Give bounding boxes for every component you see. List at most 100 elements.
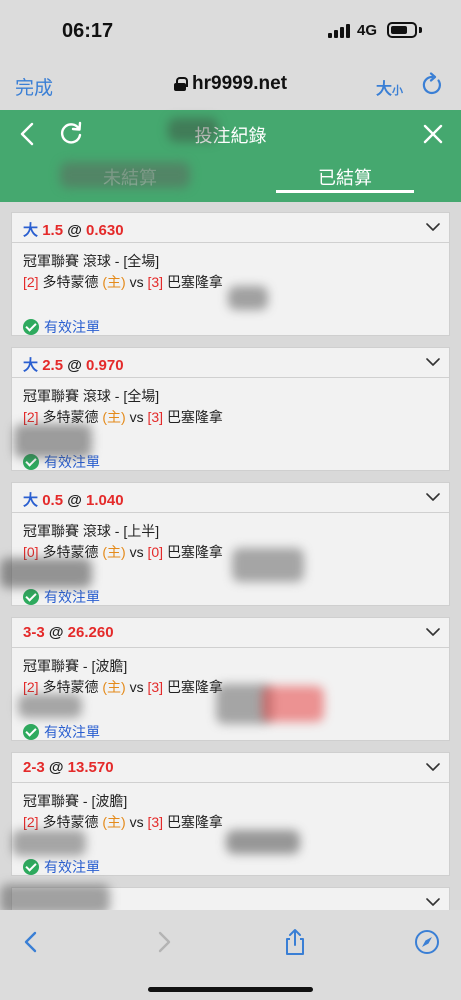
away-team: 巴塞隆拿 xyxy=(166,544,223,560)
bet-league: 冠軍聯賽 滾球 - [全場] xyxy=(23,253,160,269)
bet-pick: 大 2.5 @ 0.970 xyxy=(23,354,124,375)
chevron-down-icon[interactable] xyxy=(426,492,440,502)
chevron-down-icon[interactable] xyxy=(426,762,440,772)
bet-status-label: 有效注單 xyxy=(44,859,100,875)
bet-odds: 26.260 xyxy=(67,624,114,641)
bet-at: @ xyxy=(48,624,64,641)
bet-status: 有效注單 xyxy=(23,587,100,607)
text-size-small: 小 xyxy=(392,85,404,97)
tab-bar: 未結算 已結算 xyxy=(0,158,461,202)
bet-card[interactable]: 3-3 @ 26.260 冠軍聯賽 - [波膽] [2] 多特蒙德 (主) vs… xyxy=(11,617,450,741)
bet-status: 有效注單 xyxy=(23,452,100,472)
away-team: 巴塞隆拿 xyxy=(166,814,223,830)
home-score: [2] xyxy=(23,679,39,695)
bet-card[interactable]: 大 2.5 @ 0.970 冠軍聯賽 滾球 - [全場] [2] 多特蒙德 (主… xyxy=(11,347,450,471)
network-type: 4G xyxy=(357,22,378,39)
bet-match: [0] 多特蒙德 (主) vs [0] 巴塞隆拿 xyxy=(23,542,223,563)
bet-pick: 2-3 @ 13.570 xyxy=(23,759,114,776)
share-icon[interactable] xyxy=(281,928,309,956)
away-score: [3] xyxy=(147,679,164,695)
bet-odds: 13.570 xyxy=(67,759,114,776)
bet-card-header[interactable]: 大 2.5 @ 0.970 xyxy=(12,348,449,378)
bet-status: 有效注單 xyxy=(23,317,100,337)
chevron-down-icon[interactable] xyxy=(426,627,440,637)
chevron-down-icon[interactable] xyxy=(426,222,440,232)
active-tab-indicator xyxy=(276,190,414,193)
bet-line: 2.5 xyxy=(42,357,64,374)
close-icon[interactable] xyxy=(421,122,445,146)
bet-selection: 大 xyxy=(23,357,39,374)
bet-status-label: 有效注單 xyxy=(44,319,100,335)
check-circle-icon xyxy=(23,319,39,335)
bet-card-header[interactable]: 大 0.5 @ 1.040 xyxy=(12,483,449,513)
bet-status: 有效注單 xyxy=(23,722,100,742)
back-icon[interactable] xyxy=(17,928,45,956)
away-score: [0] xyxy=(147,544,164,560)
bet-selection: 大 xyxy=(23,492,39,509)
bet-selection: 3-3 xyxy=(23,624,45,641)
bet-selection: 2-3 xyxy=(23,759,45,776)
bet-league: 冠軍聯賽 滾球 - [全場] xyxy=(23,388,160,404)
bet-league: 冠軍聯賽 - [波膽] xyxy=(23,793,128,809)
home-score: [2] xyxy=(23,274,39,290)
chevron-down-icon[interactable] xyxy=(426,897,440,907)
bet-line: 0.5 xyxy=(42,492,64,509)
check-circle-icon xyxy=(23,724,39,740)
versus-label: vs xyxy=(129,679,144,695)
bet-pick: 3-3 @ 26.260 xyxy=(23,624,114,641)
bet-card[interactable]: 大 0.5 @ 1.040 冠軍聯賽 滾球 - [上半] [0] 多特蒙德 (主… xyxy=(11,482,450,606)
bet-details: 冠軍聯賽 - [波膽] [2] 多特蒙德 (主) vs [3] 巴塞隆拿 xyxy=(23,791,223,833)
battery-tip xyxy=(419,27,422,33)
home-team: 多特蒙德 xyxy=(42,274,99,290)
tab-settled[interactable]: 已結算 xyxy=(276,164,414,190)
tab-unsettled[interactable]: 未結算 xyxy=(60,164,200,190)
browser-url-bar: 完成 hr9999.net 大小 xyxy=(0,62,461,110)
home-team: 多特蒙德 xyxy=(42,544,99,560)
bet-card-header[interactable]: 3-3 @ 26.260 xyxy=(12,618,449,648)
home-score: [0] xyxy=(23,544,39,560)
bet-status-label: 有效注單 xyxy=(44,589,100,605)
bet-at: @ xyxy=(67,492,82,509)
chevron-down-icon[interactable] xyxy=(426,357,440,367)
bet-match: [2] 多特蒙德 (主) vs [3] 巴塞隆拿 xyxy=(23,812,223,833)
check-circle-icon xyxy=(23,589,39,605)
bet-card-header[interactable] xyxy=(12,888,449,910)
home-score: [2] xyxy=(23,409,39,425)
home-team: 多特蒙德 xyxy=(42,814,99,830)
away-team: 巴塞隆拿 xyxy=(166,679,223,695)
bet-card[interactable] xyxy=(11,887,450,910)
reload-icon[interactable] xyxy=(420,72,444,98)
home-tag: (主) xyxy=(102,274,126,290)
bet-status-label: 有效注單 xyxy=(44,724,100,740)
home-tag: (主) xyxy=(102,409,126,425)
away-score: [3] xyxy=(147,814,164,830)
versus-label: vs xyxy=(129,544,144,560)
away-team: 巴塞隆拿 xyxy=(166,274,223,290)
bet-selection: 大 xyxy=(23,222,39,239)
url-field[interactable]: hr9999.net xyxy=(174,73,287,95)
bet-odds: 0.970 xyxy=(86,357,124,374)
bet-card-header[interactable]: 2-3 @ 13.570 xyxy=(12,753,449,783)
versus-label: vs xyxy=(129,814,144,830)
bet-match: [2] 多特蒙德 (主) vs [3] 巴塞隆拿 xyxy=(23,272,223,293)
home-team: 多特蒙德 xyxy=(42,679,99,695)
home-tag: (主) xyxy=(102,679,126,695)
versus-label: vs xyxy=(129,409,144,425)
home-indicator xyxy=(148,987,313,992)
status-time: 06:17 xyxy=(62,20,114,42)
bet-details: 冠軍聯賽 滾球 - [上半] [0] 多特蒙德 (主) vs [0] 巴塞隆拿 xyxy=(23,521,223,563)
away-score: [3] xyxy=(147,274,164,290)
text-size-button[interactable]: 大小 xyxy=(376,75,403,99)
done-button[interactable]: 完成 xyxy=(15,73,53,100)
forward-icon xyxy=(158,931,171,953)
bet-card-header[interactable]: 大 1.5 @ 0.630 xyxy=(12,213,449,243)
bet-card[interactable]: 大 1.5 @ 0.630 冠軍聯賽 滾球 - [全場] [2] 多特蒙德 (主… xyxy=(11,212,450,336)
text-size-big: 大 xyxy=(376,81,393,98)
bet-status: 有效注單 xyxy=(23,857,100,877)
bet-details: 冠軍聯賽 - [波膽] [2] 多特蒙德 (主) vs [3] 巴塞隆拿 xyxy=(23,656,223,698)
header-row: 投注紀錄 xyxy=(0,110,461,158)
bet-pick: 大 0.5 @ 1.040 xyxy=(23,489,124,510)
bet-card[interactable]: 2-3 @ 13.570 冠軍聯賽 - [波膽] [2] 多特蒙德 (主) vs… xyxy=(11,752,450,876)
check-circle-icon xyxy=(23,454,39,470)
compass-icon[interactable] xyxy=(413,928,441,956)
